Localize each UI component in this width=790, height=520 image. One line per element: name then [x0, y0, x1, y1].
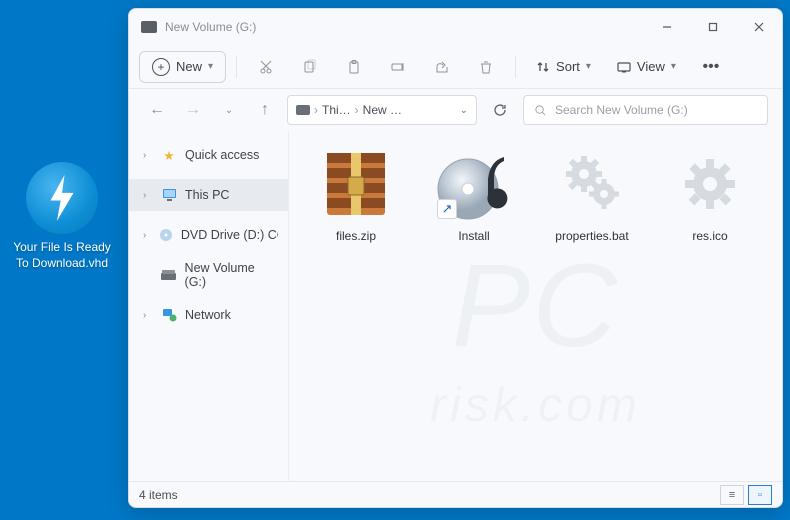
up-button[interactable]: ↑	[251, 96, 279, 124]
recent-locations-button[interactable]: ⌄	[215, 96, 243, 124]
file-list[interactable]: PC risk.com files.zip	[289, 131, 782, 481]
view-label: View	[637, 59, 665, 74]
monitor-icon	[161, 187, 177, 203]
drive-icon	[161, 267, 177, 283]
sidebar-item-label: Quick access	[185, 148, 259, 162]
separator	[515, 56, 516, 78]
breadcrumb[interactable]: › Thi… › New … ⌄	[287, 95, 477, 125]
star-icon: ★	[161, 147, 177, 163]
search-placeholder: Search New Volume (G:)	[555, 103, 688, 117]
address-bar: ← → ⌄ ↑ › Thi… › New … ⌄ Search New Volu…	[129, 89, 782, 131]
cut-icon[interactable]	[247, 51, 285, 83]
rename-icon[interactable]	[379, 51, 417, 83]
sidebar-item-quick-access[interactable]: › ★ Quick access	[129, 139, 288, 171]
file-item-archive[interactable]: files.zip	[299, 139, 413, 269]
disc-icon	[159, 227, 173, 243]
network-icon	[161, 307, 177, 323]
more-button[interactable]: •••	[692, 51, 730, 83]
drive-icon	[296, 105, 310, 115]
window-title: New Volume (G:)	[165, 20, 644, 34]
file-name: properties.bat	[555, 229, 628, 243]
separator	[236, 56, 237, 78]
chevron-right-icon: ›	[314, 103, 318, 117]
file-explorer-window: New Volume (G:) + New ▾ Sort ▾ View ▾ ••…	[128, 8, 783, 508]
breadcrumb-seg[interactable]: New …	[363, 103, 402, 117]
icons-view-button[interactable]: ▫	[748, 485, 772, 505]
desktop-vhd-file[interactable]: Your File Is Ready To Download.vhd	[12, 162, 112, 271]
delete-icon[interactable]	[467, 51, 505, 83]
sidebar-item-label: DVD Drive (D:) CCCC	[181, 228, 278, 242]
sidebar-item-label: Network	[185, 308, 231, 322]
desktop-icon-label: Your File Is Ready To Download.vhd	[12, 240, 112, 271]
explorer-body: › ★ Quick access › This PC › DVD Drive (…	[129, 131, 782, 481]
forward-button[interactable]: →	[179, 96, 207, 124]
chevron-down-icon[interactable]: ⌄	[460, 105, 468, 116]
view-icon	[617, 60, 631, 74]
sidebar-item-label: New Volume (G:)	[185, 261, 278, 289]
sidebar-item-dvd-drive[interactable]: › DVD Drive (D:) CCCC	[129, 219, 288, 251]
file-name: res.ico	[692, 229, 727, 243]
chevron-right-icon: ›	[355, 103, 359, 117]
sidebar-item-new-volume[interactable]: › New Volume (G:)	[129, 259, 288, 291]
titlebar[interactable]: New Volume (G:)	[129, 9, 782, 45]
chevron-right-icon: ›	[143, 190, 153, 201]
disc-lightning-icon	[26, 162, 98, 234]
file-name: Install	[458, 229, 489, 243]
search-icon	[534, 104, 547, 117]
copy-icon[interactable]	[291, 51, 329, 83]
plus-icon: +	[152, 58, 170, 76]
new-button[interactable]: + New ▾	[139, 51, 226, 83]
archive-icon	[315, 145, 397, 223]
minimize-button[interactable]	[644, 9, 690, 45]
sort-icon	[536, 60, 550, 74]
toolbar: + New ▾ Sort ▾ View ▾ •••	[129, 45, 782, 89]
sidebar-item-this-pc[interactable]: › This PC	[129, 179, 288, 211]
maximize-button[interactable]	[690, 9, 736, 45]
close-button[interactable]	[736, 9, 782, 45]
file-item-properties[interactable]: properties.bat	[535, 139, 649, 269]
chevron-down-icon: ▾	[586, 61, 591, 72]
new-button-label: New	[176, 59, 202, 74]
file-item-install[interactable]: ↗ Install	[417, 139, 531, 269]
chevron-down-icon: ▾	[671, 61, 676, 72]
sidebar-item-label: This PC	[185, 188, 229, 202]
shortcut-overlay-icon: ↗	[437, 199, 457, 219]
paste-icon[interactable]	[335, 51, 373, 83]
status-bar: 4 items ≡ ▫	[129, 481, 782, 507]
drive-icon	[141, 21, 157, 33]
sidebar-item-network[interactable]: › Network	[129, 299, 288, 331]
share-icon[interactable]	[423, 51, 461, 83]
refresh-button[interactable]	[485, 95, 515, 125]
view-button[interactable]: View ▾	[607, 51, 686, 83]
disc-audio-icon: ↗	[433, 145, 515, 223]
back-button[interactable]: ←	[143, 96, 171, 124]
status-text: 4 items	[139, 488, 178, 502]
details-view-button[interactable]: ≡	[720, 485, 744, 505]
chevron-right-icon: ›	[143, 310, 153, 321]
chevron-right-icon: ›	[143, 230, 151, 241]
navigation-pane: › ★ Quick access › This PC › DVD Drive (…	[129, 131, 289, 481]
chevron-right-icon: ›	[143, 150, 153, 161]
gear-icon	[551, 145, 633, 223]
file-item-res[interactable]: res.ico	[653, 139, 767, 269]
lightning-bolt-icon	[46, 175, 78, 221]
chevron-down-icon: ▾	[208, 61, 213, 72]
file-name: files.zip	[336, 229, 376, 243]
search-input[interactable]: Search New Volume (G:)	[523, 95, 768, 125]
sort-label: Sort	[556, 59, 580, 74]
sort-button[interactable]: Sort ▾	[526, 51, 601, 83]
gear-icon	[669, 145, 751, 223]
breadcrumb-seg[interactable]: Thi…	[322, 103, 351, 117]
